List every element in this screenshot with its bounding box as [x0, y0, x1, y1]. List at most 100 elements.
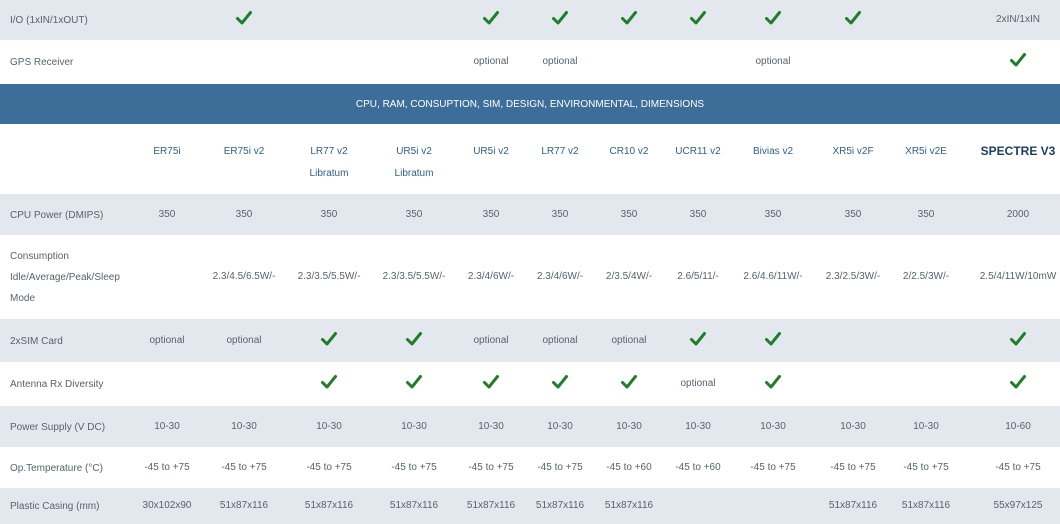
table-cell: 51x87x116	[604, 500, 654, 511]
table-cell: 10-30	[401, 420, 427, 432]
table-cell: -45 to +75	[995, 461, 1041, 473]
table-cell: -45 to +75	[306, 461, 352, 473]
table-cell: 350	[551, 208, 569, 220]
table-cell: 350	[620, 208, 638, 220]
row-label: GPS Receiver	[10, 57, 74, 68]
table-cell: 350	[158, 208, 176, 220]
table-cell: 10-30	[913, 420, 939, 432]
table-cell: 10-30	[478, 420, 504, 432]
checkmark-icon	[765, 11, 781, 25]
product-subname[interactable]: Libratum	[310, 161, 349, 186]
checkmark-icon	[1010, 53, 1026, 67]
table-cell: -45 to +75	[903, 461, 949, 473]
table-cell: 350	[405, 208, 423, 220]
table-cell: 350	[235, 208, 253, 220]
table-cell: -45 to +60	[606, 461, 652, 473]
checkmark-icon	[406, 331, 422, 345]
table-cell: optional	[542, 334, 578, 346]
checkmark-icon	[321, 331, 337, 345]
product-name[interactable]: LR77 v2	[541, 139, 578, 164]
section-header-bar: CPU, RAM, CONSUPTION, SIM, DESIGN, ENVIR…	[0, 84, 1060, 124]
checkmark-icon	[1010, 331, 1026, 345]
table-cell: 10-30	[154, 420, 180, 432]
table-cell: 350	[482, 208, 500, 220]
checkmark-icon	[406, 375, 422, 389]
table-cell: 51x87x116	[219, 500, 269, 511]
row-label: Power Supply (V DC)	[10, 421, 106, 433]
product-subname[interactable]: Libratum	[395, 161, 434, 186]
table-cell: 10-30	[616, 420, 642, 432]
row-label: Consumption	[10, 251, 69, 262]
table-row: CPU Power (DMIPS) 350 350 350 350 350 350 350 35…	[0, 194, 1060, 235]
checkmark-icon	[483, 375, 499, 389]
table-cell: 2/3.5/4W/-	[605, 271, 653, 282]
checkmark-icon	[765, 331, 781, 345]
table-cell: -45 to +75	[830, 461, 876, 473]
table-cell: 51x87x116	[304, 500, 354, 511]
table-cell: 10-60	[1005, 420, 1031, 432]
table-cell: 2.3/2.5/3W/-	[825, 271, 881, 282]
checkmark-icon	[552, 375, 568, 389]
table-cell: 10-30	[840, 420, 866, 432]
table-cell: 350	[764, 208, 782, 220]
row-label: Mode	[10, 293, 36, 304]
table-cell: -45 to +75	[468, 461, 514, 473]
checkmark-icon	[1010, 375, 1026, 389]
product-name[interactable]: UR5i v2	[473, 139, 509, 164]
product-name[interactable]: SPECTRE V3	[981, 139, 1056, 164]
table-cell: optional	[226, 334, 262, 346]
product-name[interactable]: ER75i v2	[224, 139, 265, 164]
table-cell: 10-30	[231, 420, 257, 432]
table-cell: 51x87x116	[466, 500, 516, 511]
table-cell: 350	[917, 208, 935, 220]
table-cell: 10-30	[316, 420, 342, 432]
checkmark-icon	[845, 11, 861, 25]
product-name[interactable]: CR10 v2	[610, 139, 649, 164]
row-label: Op.Temperature (°C)	[10, 462, 103, 474]
table-cell: optional	[755, 56, 791, 67]
table-cell: optional	[542, 56, 578, 67]
table-cell: -45 to +75	[144, 461, 190, 473]
table-cell: 350	[320, 208, 338, 220]
table-cell: 2.3/4/6W/-	[536, 271, 584, 282]
table-cell: optional	[473, 334, 509, 346]
table-row: Antenna Rx Diversity optional	[0, 362, 1060, 406]
table-row: Power Supply (V DC) 10-30 10-30 10-30 10-30 1…	[0, 406, 1060, 447]
table-row: I/O (1xIN/1xOUT) 2xIN/1xIN	[0, 0, 1060, 40]
checkmark-icon	[236, 11, 252, 25]
checkmark-icon	[621, 11, 637, 25]
table-row: 2xSIM Card optional optional optional option…	[0, 319, 1060, 362]
checkmark-icon	[552, 11, 568, 25]
table-cell: 2.6/4.6/11W/-	[743, 271, 803, 282]
table-cell: 51x87x116	[828, 500, 878, 511]
row-label: I/O (1xIN/1xOUT)	[10, 15, 88, 26]
table-cell: optional	[473, 56, 509, 67]
table-cell: 2.3/3.5/5.5W/-	[382, 271, 446, 282]
table-cell: -45 to +75	[750, 461, 796, 473]
row-label: 2xSIM Card	[10, 335, 63, 347]
checkmark-icon	[321, 375, 337, 389]
table-row: GPS Receiver optional optional optional	[0, 40, 1060, 84]
table-row: Consumption Idle/Average/Peak/Sleep Mode 2.…	[0, 235, 1060, 319]
product-name[interactable]: XR5i v2F	[832, 139, 873, 164]
table-cell: -45 to +60	[675, 461, 721, 473]
product-name[interactable]: UCR11 v2	[675, 139, 720, 164]
product-name[interactable]: XR5i v2E	[905, 139, 947, 164]
table-cell: optional	[611, 334, 647, 346]
table-cell: 350	[689, 208, 707, 220]
table-cell: optional	[149, 334, 185, 346]
product-name[interactable]: Bivias v2	[753, 139, 793, 164]
checkmark-icon	[765, 375, 781, 389]
table-cell: optional	[680, 378, 716, 389]
table-cell: 51x87x116	[389, 500, 439, 511]
table-cell: 2/2.5/3W/-	[902, 271, 950, 282]
table-cell: 2xIN/1xIN	[996, 14, 1040, 25]
table-cell: 10-30	[547, 420, 573, 432]
product-name[interactable]: ER75i	[153, 139, 180, 164]
table-cell: 51x87x116	[901, 500, 951, 511]
checkmark-icon	[690, 331, 706, 345]
section-title: CPU, RAM, CONSUPTION, SIM, DESIGN, ENVIR…	[355, 99, 705, 110]
row-label: CPU Power (DMIPS)	[10, 209, 104, 221]
table-cell: 51x87x116	[535, 500, 585, 511]
table-cell: 2.3/4.5/6.5W/-	[212, 271, 276, 282]
